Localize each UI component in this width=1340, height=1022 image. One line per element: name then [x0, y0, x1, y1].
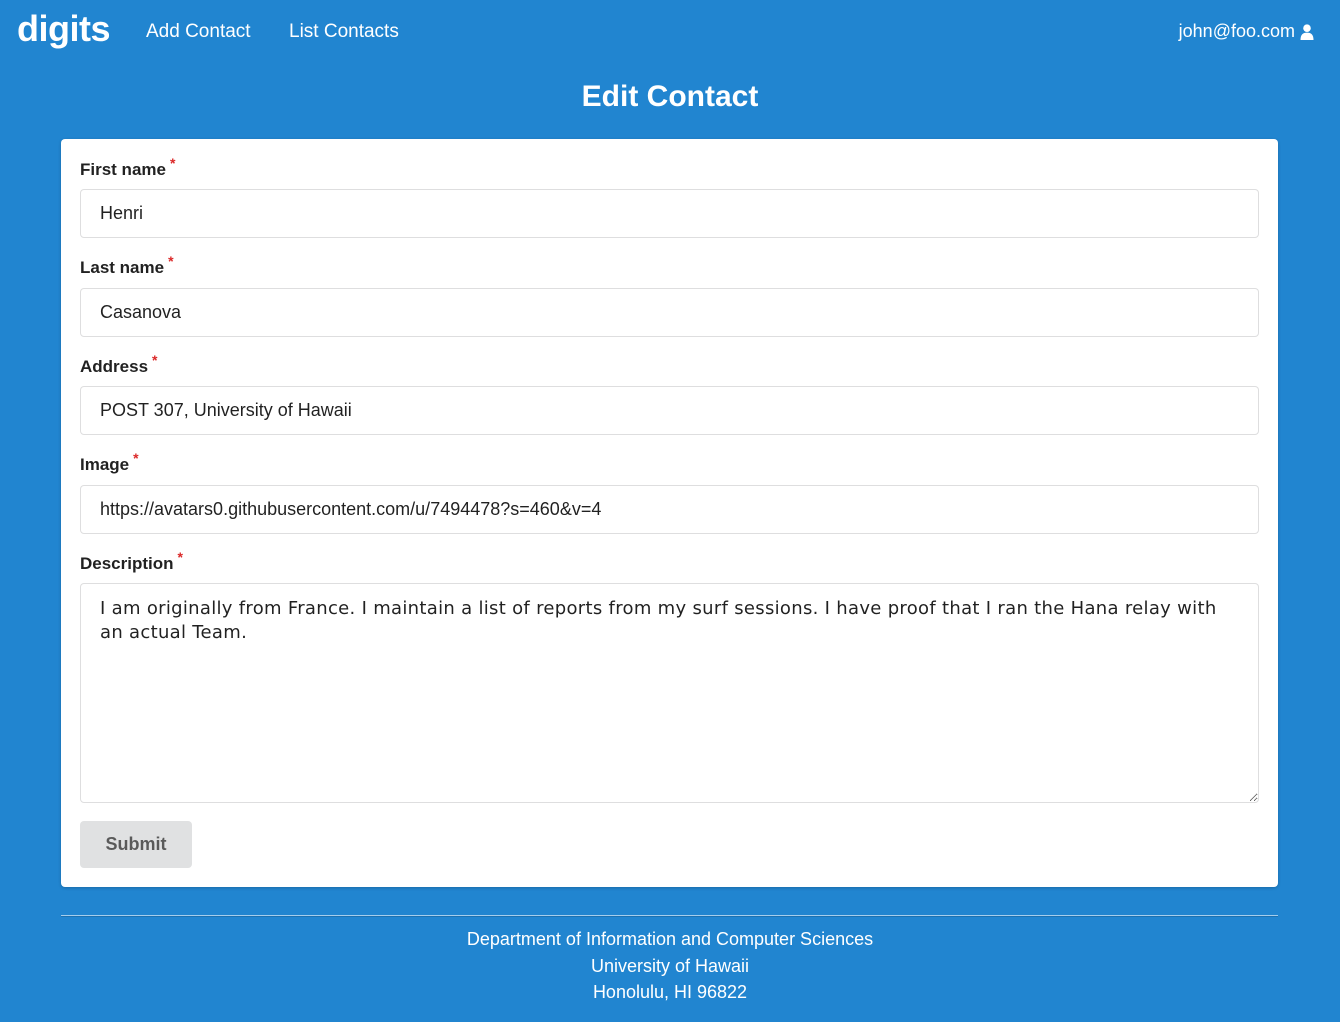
image-label-text: Image — [80, 455, 130, 474]
required-marker: * — [152, 352, 158, 368]
required-marker: * — [177, 549, 183, 565]
required-marker: * — [168, 253, 174, 269]
nav-list-contacts[interactable]: List Contacts — [289, 21, 399, 43]
submit-button[interactable]: Submit — [80, 821, 192, 868]
page-title: Edit Contact — [581, 80, 759, 113]
last-name-input[interactable] — [80, 288, 1259, 337]
address-label-text: Address — [80, 357, 149, 376]
footer-university: University of Hawaii — [590, 955, 750, 976]
user-email: john@foo.com — [1178, 21, 1295, 41]
image-url-input[interactable] — [80, 485, 1259, 534]
last-name-label: Last name * — [80, 253, 174, 278]
footer-location: Honolulu, HI 96822 — [592, 982, 748, 1002]
required-marker: * — [133, 450, 139, 466]
footer-divider — [61, 915, 1278, 917]
edit-contact-form: First name* Last name* Address* Image* D… — [61, 139, 1278, 887]
top-navbar: digits Add Contact List Contacts john@fo… — [0, 0, 1340, 66]
image-label: Image * — [80, 450, 139, 475]
last-name-label-text: Last name — [80, 258, 165, 277]
description-label-text: Description — [80, 554, 174, 573]
description-textarea[interactable]: I am originally from France. I maintain … — [80, 583, 1259, 803]
footer: Department of Information and Computer S… — [0, 926, 1340, 1006]
required-marker: * — [169, 155, 176, 171]
nav-add-contact[interactable]: Add Contact — [146, 21, 251, 43]
brand-logo[interactable]: digits — [17, 8, 111, 50]
first-name-label: First name * — [80, 155, 175, 180]
footer-department: Department of Information and Computer S… — [466, 929, 874, 949]
first-name-label-text: First name — [80, 160, 166, 179]
address-label: Address * — [80, 352, 157, 377]
user-menu[interactable]: john@foo.com — [1179, 21, 1314, 42]
user-icon — [1300, 23, 1314, 40]
address-input[interactable] — [80, 386, 1259, 435]
first-name-input[interactable] — [80, 189, 1259, 238]
description-label: Description * — [80, 549, 183, 574]
